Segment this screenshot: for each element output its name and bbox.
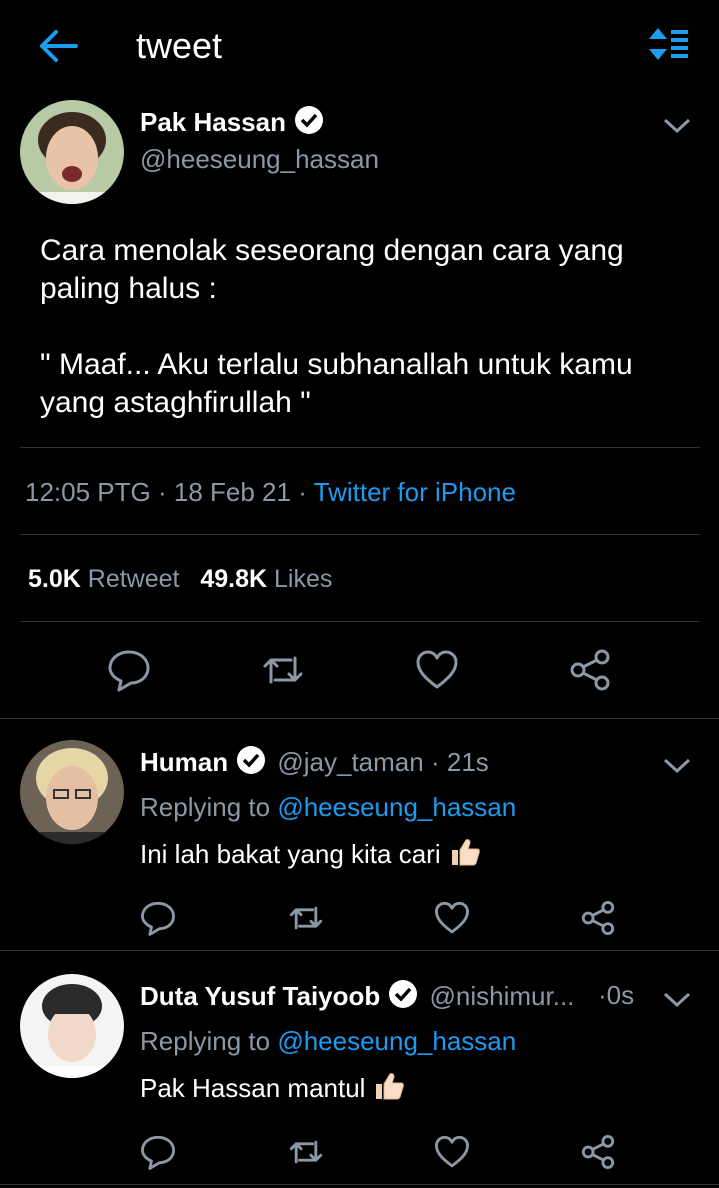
retweet-icon[interactable] <box>288 900 324 936</box>
tweet-time: 12:05 PTG <box>25 477 151 507</box>
likes-stat[interactable]: 49.8K Likes <box>200 565 332 593</box>
retweet-icon[interactable] <box>288 1134 324 1170</box>
reply-header: Human @jay_taman · 21s <box>140 746 489 777</box>
reply-body: Ini lah bakat yang kita cari <box>140 837 481 870</box>
divider <box>0 1184 719 1185</box>
reply-author-handle[interactable]: @nishimur... <box>430 981 575 1011</box>
replying-to: Replying to @heeseung_hassan <box>140 792 517 822</box>
author-handle[interactable]: @heeseung_hassan <box>140 143 379 175</box>
reply-icon[interactable] <box>107 648 151 692</box>
reply-author-handle[interactable]: @jay_taman <box>277 747 423 777</box>
share-icon[interactable] <box>580 900 616 936</box>
tweet-stats: 5.0K Retweet 49.8K Likes <box>28 563 332 595</box>
avatar[interactable] <box>20 100 124 204</box>
divider <box>0 718 719 719</box>
divider <box>0 950 719 951</box>
author-name[interactable]: Pak Hassan <box>140 105 324 138</box>
share-icon[interactable] <box>568 648 612 692</box>
replying-to-handle[interactable]: @heeseung_hassan <box>277 1026 516 1056</box>
divider <box>20 621 700 622</box>
tweet-date: 18 Feb 21 <box>173 477 291 507</box>
reply-time: 0s <box>606 980 635 1010</box>
avatar[interactable] <box>20 974 124 1078</box>
like-icon[interactable] <box>434 900 470 936</box>
page-title: tweet <box>136 25 223 66</box>
reply-body: Pak Hassan mantul <box>140 1071 405 1104</box>
reply-time: 21s <box>446 747 489 777</box>
avatar[interactable] <box>20 740 124 844</box>
reply-time-wrap: ·0s <box>598 980 635 1010</box>
reply-icon[interactable] <box>140 900 176 936</box>
thumbs-up-emoji-icon <box>451 839 480 866</box>
reply-author-name[interactable]: Human <box>140 747 228 777</box>
reply-author-name[interactable]: Duta Yusuf Taiyoob <box>140 981 380 1011</box>
replying-to: Replying to @heeseung_hassan <box>140 1026 517 1056</box>
verified-badge-icon <box>237 746 266 774</box>
chevron-down-icon[interactable] <box>662 756 692 776</box>
verified-badge-icon <box>294 106 323 134</box>
thumbs-up-emoji-icon <box>376 1073 405 1100</box>
chevron-down-icon[interactable] <box>662 116 692 136</box>
reply-icon[interactable] <box>140 1134 176 1170</box>
like-icon[interactable] <box>415 648 459 692</box>
like-icon[interactable] <box>434 1134 470 1170</box>
sort-icon[interactable] <box>644 24 690 68</box>
verified-badge-icon <box>389 980 418 1008</box>
reply-header: Duta Yusuf Taiyoob @nishimur... <box>140 979 574 1012</box>
retweet-icon[interactable] <box>261 648 305 692</box>
replying-to-handle[interactable]: @heeseung_hassan <box>277 792 516 822</box>
chevron-down-icon[interactable] <box>662 990 692 1010</box>
share-icon[interactable] <box>580 1134 616 1170</box>
back-arrow-icon[interactable] <box>36 26 80 66</box>
divider <box>20 534 700 535</box>
divider <box>20 447 700 448</box>
tweet-source-link[interactable]: Twitter for iPhone <box>314 477 516 507</box>
tweet-body: Cara menolak seseorang dengan cara yang … <box>40 234 633 419</box>
retweet-stat[interactable]: 5.0K Retweet <box>28 565 179 593</box>
tweet-meta: 12:05 PTG · 18 Feb 21 · Twitter for iPho… <box>25 477 516 507</box>
